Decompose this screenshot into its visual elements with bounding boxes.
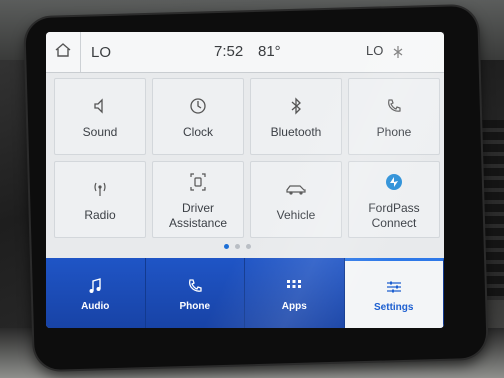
bottom-nav-bar: Audio Phone Apps Settings [46,258,444,328]
sliders-icon [386,276,402,298]
outside-temperature: 81° [258,43,281,60]
driver-assist-icon [189,169,207,195]
tile-label: Radio [84,208,116,223]
apps-grid-icon [286,275,302,297]
tile-clock[interactable]: Clock [152,78,244,155]
tile-phone[interactable]: Phone [348,78,440,155]
tile-label: Driver Assistance [168,201,228,230]
phone-icon [187,275,203,297]
settings-grid: Sound Clock Bluetooth Phone Radio Driver… [54,78,440,238]
tile-driver-assistance[interactable]: Driver Assistance [152,161,244,238]
radio-antenna-icon [90,176,110,202]
page-dot-active[interactable] [224,244,229,249]
page-dot[interactable] [235,244,240,249]
page-indicator [224,244,251,249]
status-bar: LO 7:52 81° LO [46,32,444,73]
speaker-icon [91,93,109,119]
nav-label: Phone [179,300,211,312]
left-climate-setting[interactable]: LO [91,44,111,61]
nav-label: Settings [374,302,414,313]
nav-label: Audio [81,300,110,312]
music-note-icon [88,275,102,297]
fordpass-icon [385,169,403,195]
nav-settings[interactable]: Settings [344,258,444,328]
right-climate-setting[interactable]: LO [366,43,383,58]
page-dot[interactable] [246,244,251,249]
tile-label: Clock [182,125,213,140]
tile-bluetooth[interactable]: Bluetooth [250,78,342,155]
home-button[interactable] [46,32,81,72]
tile-label: Phone [376,125,412,140]
fan-icon[interactable] [392,45,404,64]
nav-label: Apps [281,300,307,312]
nav-audio[interactable]: Audio [46,258,146,328]
clock-time: 7:52 [214,43,244,60]
tile-vehicle[interactable]: Vehicle [250,161,342,238]
tile-label: Sound [82,125,118,140]
tile-fordpass-connect[interactable]: FordPass Connect [348,161,440,238]
tile-label: Bluetooth [270,125,322,140]
tile-radio[interactable]: Radio [54,161,146,238]
bluetooth-icon [289,93,303,119]
infotainment-screen: LO 7:52 81° LO Sound Clock Bluetooth Pho… [46,32,444,328]
phone-icon [386,93,402,119]
home-icon [54,42,72,63]
clock-icon [189,93,207,119]
tile-sound[interactable]: Sound [54,78,146,155]
tile-label: Vehicle [276,208,316,223]
nav-apps[interactable]: Apps [245,258,345,328]
car-icon [285,176,307,202]
tile-label: FordPass Connect [368,201,420,230]
nav-phone[interactable]: Phone [145,258,245,328]
